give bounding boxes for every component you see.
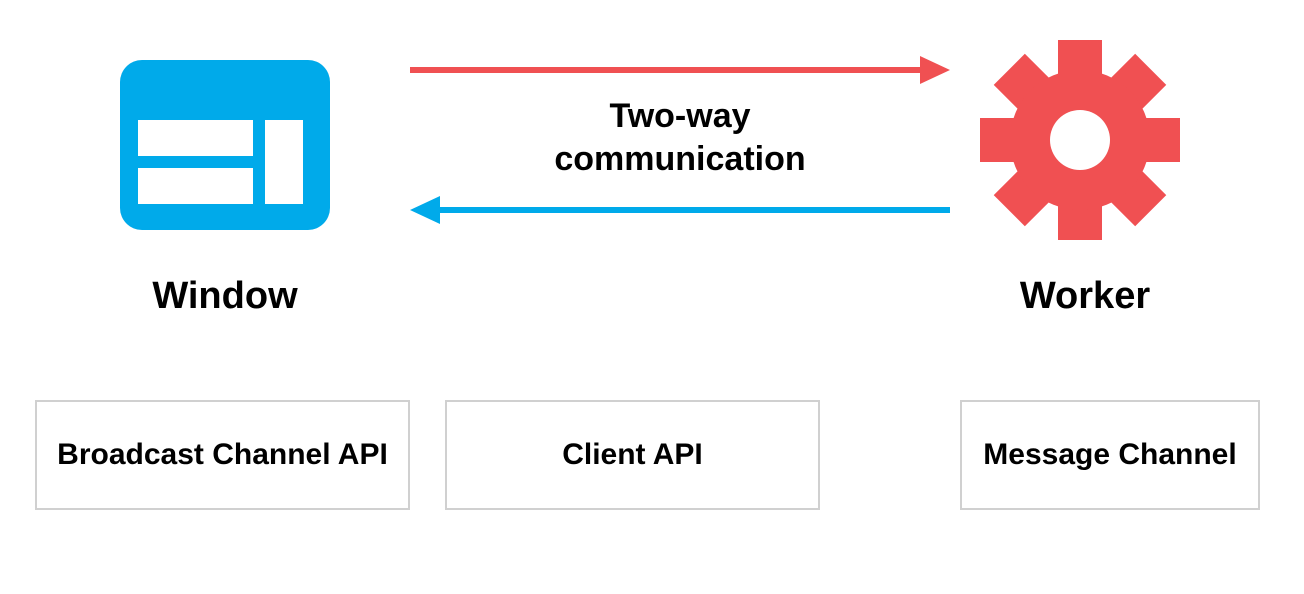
worker-label: Worker — [980, 275, 1190, 318]
api-box-broadcast: Broadcast Channel API — [35, 400, 410, 510]
two-way-label: Two-way communication — [410, 95, 950, 180]
api-box-broadcast-label: Broadcast Channel API — [57, 437, 388, 473]
gear-icon — [980, 40, 1180, 240]
two-way-line1: Two-way — [410, 95, 950, 138]
two-way-line2: communication — [410, 138, 950, 181]
diagram-stage: Window Two-way communication — [0, 0, 1304, 594]
window-label: Window — [120, 275, 330, 318]
api-box-client-label: Client API — [562, 437, 703, 473]
api-box-client: Client API — [445, 400, 820, 510]
api-box-message-label: Message Channel — [983, 437, 1236, 473]
arrow-right-icon — [410, 50, 950, 90]
api-box-message: Message Channel — [960, 400, 1260, 510]
browser-window-icon — [120, 60, 330, 230]
arrow-left-icon — [410, 190, 950, 230]
